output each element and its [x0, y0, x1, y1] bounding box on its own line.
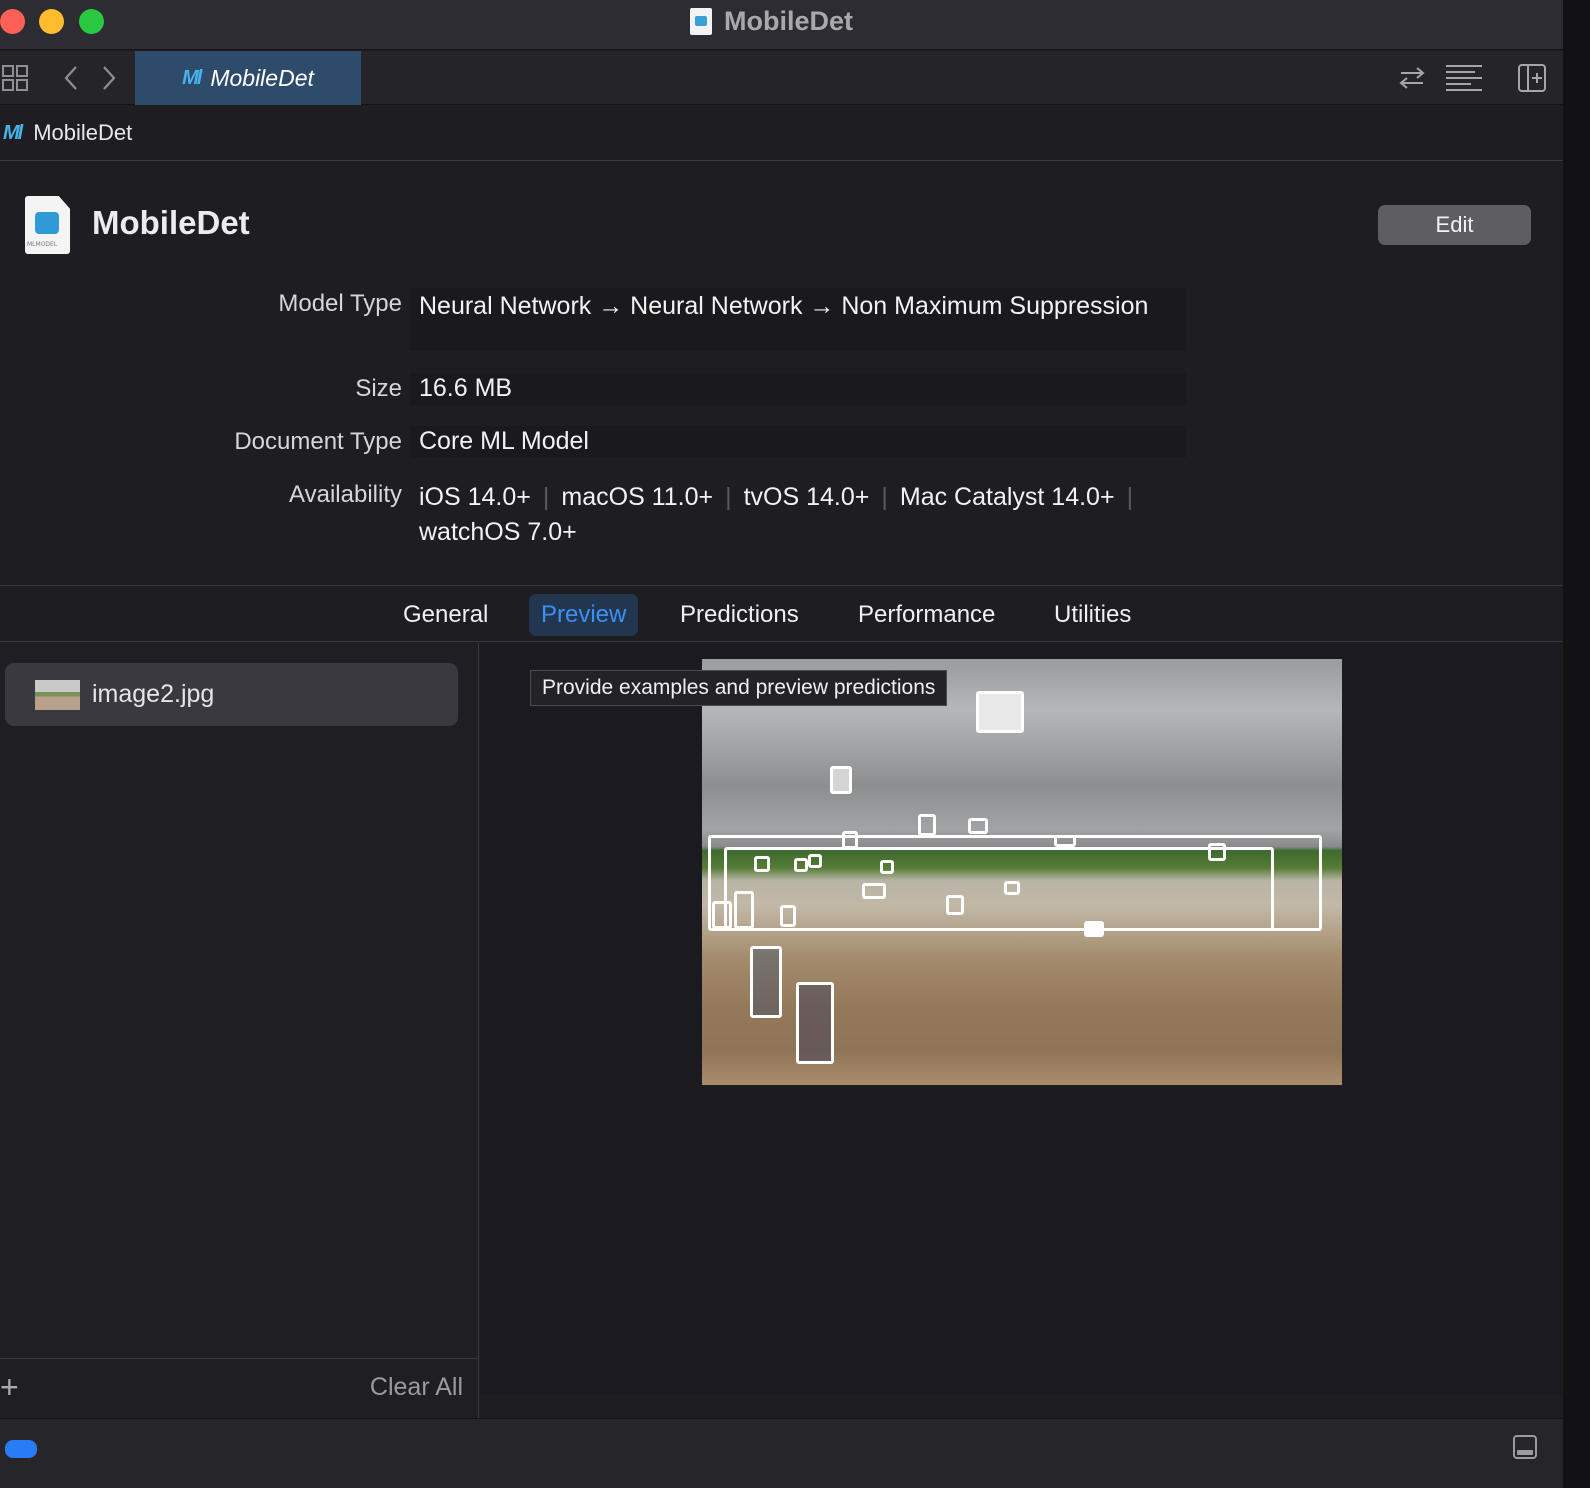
preview-image[interactable]: [702, 659, 1342, 1085]
editor-tab-bar: Ml MobileDet: [0, 51, 1566, 105]
detection-box[interactable]: [780, 905, 796, 927]
window-title-text: MobileDet: [724, 6, 854, 36]
detection-box[interactable]: [968, 818, 988, 834]
size-label: Size: [355, 375, 402, 402]
detection-box[interactable]: [842, 831, 858, 849]
window-edge: [1563, 0, 1590, 1488]
tab-mobiledet[interactable]: Ml MobileDet: [135, 51, 361, 105]
detection-box[interactable]: [712, 901, 732, 929]
window-title: MobileDet: [690, 6, 853, 37]
availability-label: Availability: [289, 481, 402, 508]
mlmodel-glyph-icon: Ml: [3, 121, 23, 144]
model-type-label: Model Type: [278, 290, 402, 317]
image-thumbnail: [35, 679, 80, 710]
mlmodel-glyph-icon: Ml: [182, 66, 202, 89]
swap-arrows-icon[interactable]: [1398, 51, 1426, 109]
mlmodel-document-icon: MLMODEL: [25, 196, 70, 254]
file-name: image2.jpg: [92, 680, 215, 708]
tab-predictions[interactable]: Predictions: [668, 594, 811, 636]
detection-box[interactable]: [754, 856, 770, 872]
chevron-left-icon[interactable]: [62, 51, 80, 109]
editor-options-icon[interactable]: [1445, 51, 1483, 110]
tab-utilities[interactable]: Utilities: [1042, 594, 1143, 636]
detection-box[interactable]: [734, 891, 754, 929]
detection-box[interactable]: [1004, 881, 1020, 895]
availability-ios: iOS 14.0+: [419, 483, 531, 511]
tab-performance[interactable]: Performance: [846, 594, 1007, 636]
status-indicator-icon[interactable]: [5, 1440, 37, 1458]
model-title: MobileDet: [92, 204, 250, 241]
list-item[interactable]: image2.jpg: [5, 663, 458, 726]
maximize-window-button[interactable]: [79, 9, 104, 34]
detection-box[interactable]: [750, 946, 782, 1018]
availability-macos: macOS 11.0+: [561, 483, 714, 511]
detection-box[interactable]: [946, 895, 964, 915]
tab-mobiledet-label: MobileDet: [210, 64, 314, 91]
sidebar-footer: + Clear All: [0, 1358, 478, 1418]
tab-strip: General Preview Predictions Performance …: [0, 585, 1562, 642]
add-editor-icon[interactable]: [1518, 51, 1546, 110]
status-bar: [0, 1418, 1566, 1488]
tooltip: Provide examples and preview predictions: [530, 670, 948, 706]
examples-sidebar: image2.jpg + Clear All: [0, 643, 479, 1418]
mlmodel-file-icon: [690, 8, 712, 35]
detection-box[interactable]: [830, 766, 852, 794]
clear-all-button[interactable]: Clear All: [370, 1373, 463, 1402]
add-example-button[interactable]: +: [0, 1369, 19, 1405]
detection-box[interactable]: [808, 854, 822, 868]
detection-box[interactable]: [794, 858, 808, 872]
grid-icon[interactable]: [2, 51, 28, 109]
chevron-right-icon[interactable]: [100, 51, 118, 109]
close-window-button[interactable]: [0, 9, 25, 34]
toggle-debug-area-icon[interactable]: [1513, 1435, 1537, 1459]
document-type-label: Document Type: [234, 428, 402, 455]
model-type-value: Neural Network → Neural Network → Non Ma…: [410, 288, 1186, 351]
tab-preview[interactable]: Preview: [529, 594, 639, 636]
detection-box[interactable]: [862, 883, 886, 899]
tab-general[interactable]: General: [391, 594, 500, 636]
availability-tvos: tvOS 14.0+: [743, 483, 870, 511]
breadcrumb[interactable]: Ml MobileDet: [0, 106, 1566, 161]
availability-mac-catalyst: Mac Catalyst 14.0+: [899, 483, 1115, 511]
detection-box[interactable]: [1054, 835, 1076, 847]
document-type-value: Core ML Model: [410, 426, 1186, 458]
mlmodel-caption: MLMODEL: [27, 241, 58, 248]
edit-button[interactable]: Edit: [1378, 205, 1531, 245]
detection-box[interactable]: [976, 691, 1024, 733]
availability-watchos: watchOS 7.0+: [419, 518, 577, 546]
size-value: 16.6 MB: [410, 373, 1186, 405]
detection-box[interactable]: [796, 982, 834, 1064]
minimize-window-button[interactable]: [39, 9, 64, 34]
detection-box[interactable]: [1208, 843, 1226, 861]
detection-box[interactable]: [880, 860, 894, 874]
availability-list: iOS 14.0+ | macOS 11.0+ | tvOS 14.0+ | Mac Cat…: [419, 483, 1134, 546]
breadcrumb-label: MobileDet: [33, 120, 133, 145]
mlmodel-badge-icon: [35, 212, 59, 234]
detection-box[interactable]: [918, 814, 936, 836]
title-bar: MobileDet: [0, 0, 1566, 50]
detection-box[interactable]: [1084, 921, 1104, 937]
